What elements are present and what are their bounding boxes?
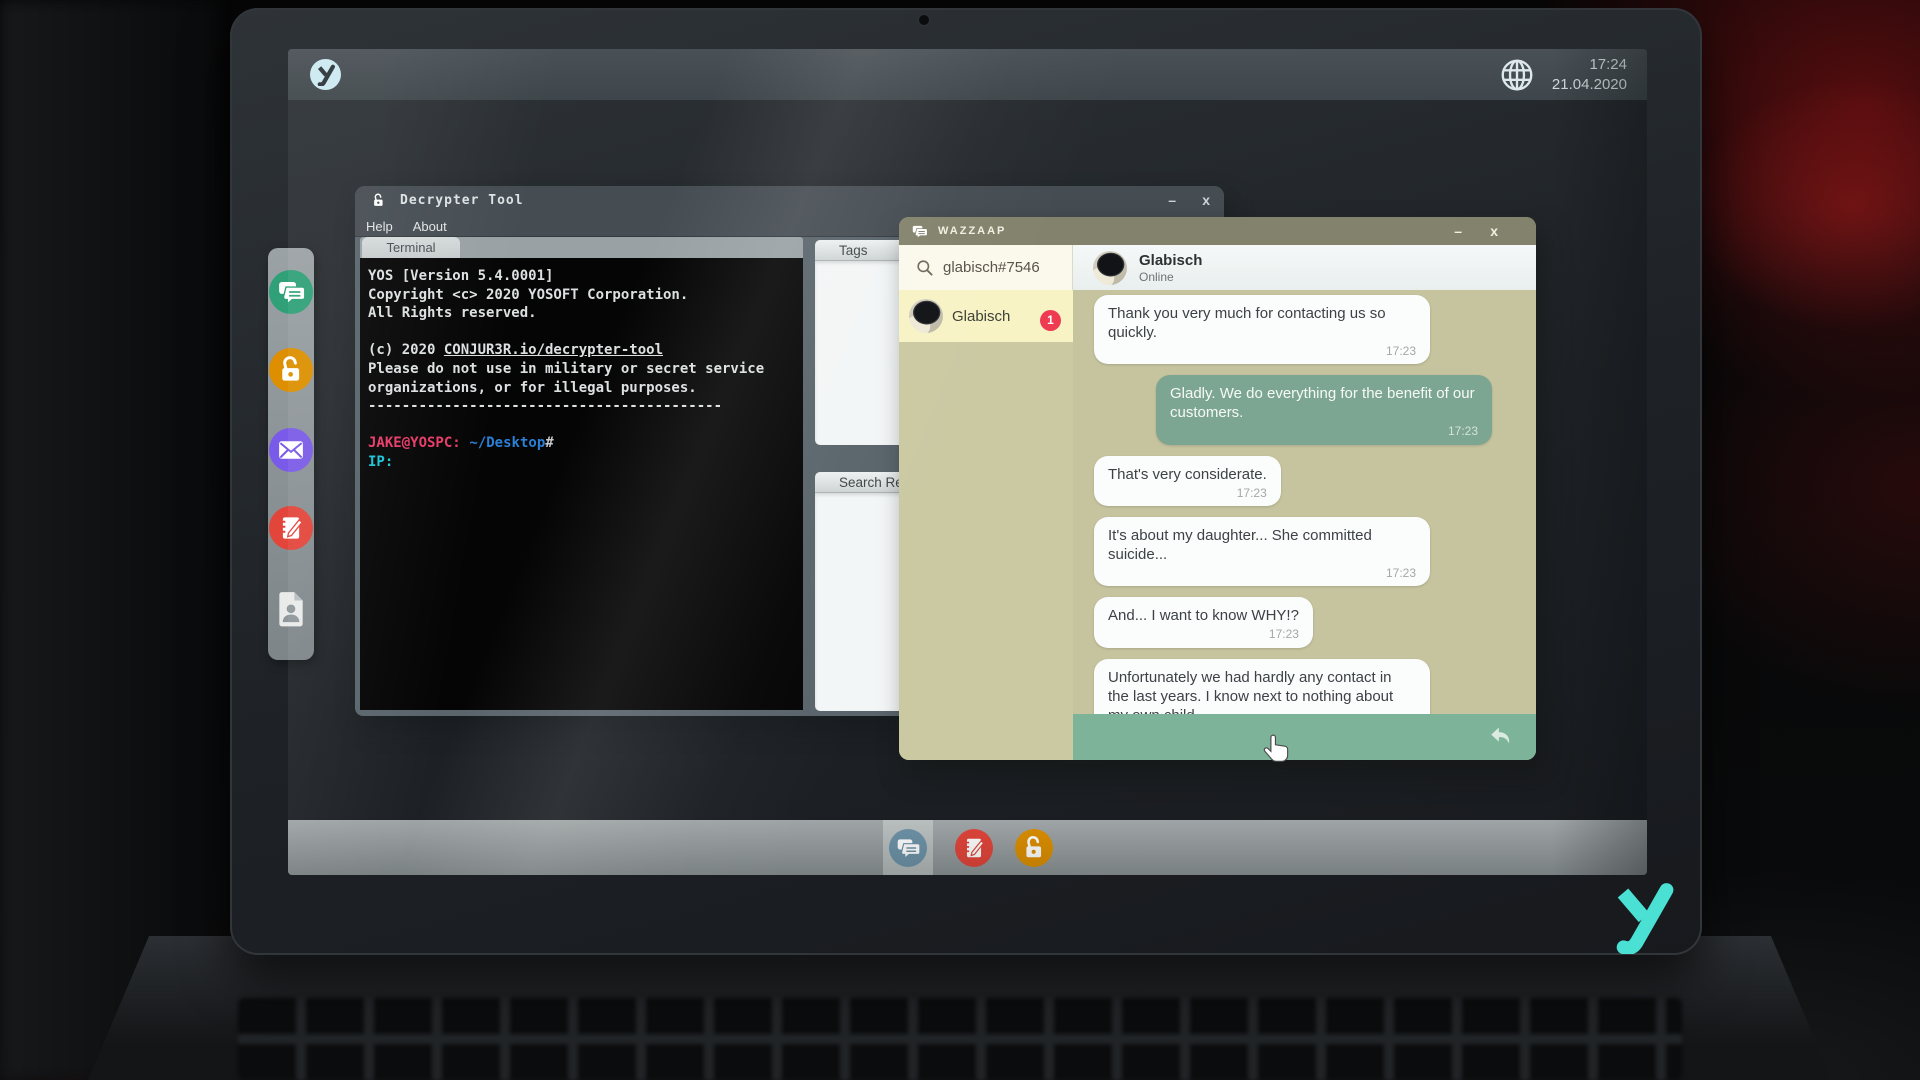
wazzaap-window: WAZZAAP – x glabisch#7546 Glabisch Onlin… <box>899 217 1536 760</box>
time-label: 17:24 <box>1552 55 1627 75</box>
decrypter-minimize-button[interactable]: – <box>1168 193 1176 207</box>
terminal-line: ----------------------------------------… <box>368 397 795 416</box>
conversation-header: Glabisch Online <box>1073 245 1536 290</box>
terminal-line: Copyright <c> 2020 YOSOFT Corporation. <box>368 286 795 305</box>
decrypter-window-title: Decrypter Tool <box>400 193 524 208</box>
laptop-brand-y-logo-icon <box>1608 880 1680 954</box>
globe-icon[interactable] <box>1498 56 1536 94</box>
chat-message: Unfortunately we had hardly any contact … <box>1094 659 1430 714</box>
message-input-bar[interactable] <box>1073 714 1536 760</box>
chat-message: Thank you very much for contacting us so… <box>1094 295 1430 364</box>
terminal-ip-prompt[interactable]: IP: <box>368 453 795 472</box>
dock-mail-icon[interactable] <box>269 428 313 472</box>
app-dock <box>268 248 314 660</box>
contact-avatar <box>909 299 943 333</box>
dock-unlock-icon[interactable] <box>269 348 313 392</box>
webcam-dot <box>919 15 929 25</box>
prompt-path: ~/Desktop <box>469 435 545 451</box>
taskbar-decrypter-icon[interactable] <box>1015 829 1053 867</box>
search-input[interactable]: glabisch#7546 <box>899 245 1073 290</box>
chat-message: That's very considerate.17:23 <box>1094 456 1281 506</box>
terminal-line: organizations, or for illegal purposes. <box>368 379 795 398</box>
unlocked-padlock-icon <box>371 193 386 208</box>
search-value: glabisch#7546 <box>943 259 1040 276</box>
decrypter-titlebar[interactable]: Decrypter Tool – x <box>355 186 1224 215</box>
background-shelf <box>0 0 215 1080</box>
terminal-line: All Rights reserved. <box>368 304 795 323</box>
terminal-line: (c) 2020 CONJUR3R.io/decrypter-tool <box>368 341 795 360</box>
dock-profile-document-icon[interactable] <box>269 586 313 630</box>
laptop-keyboard-deck <box>88 936 1832 1080</box>
decrypter-link[interactable]: CONJUR3R.io/decrypter-tool <box>444 342 663 358</box>
reply-arrow-icon[interactable] <box>1486 723 1514 751</box>
terminal-line: Please do not use in military or secret … <box>368 360 795 379</box>
wazzaap-titlebar[interactable]: WAZZAAP – x <box>899 217 1536 245</box>
terminal-blank-line <box>368 323 795 342</box>
message-list: Thank you very much for contacting us so… <box>1073 290 1536 714</box>
wazzaap-window-title: WAZZAAP <box>938 225 1006 237</box>
hand-cursor <box>1260 733 1294 767</box>
contact-list-item-glabisch[interactable]: Glabisch 1 <box>899 290 1073 342</box>
dock-chat-icon[interactable] <box>269 270 313 314</box>
taskbar-notes-icon[interactable] <box>955 829 993 867</box>
taskbar-chat-icon[interactable] <box>889 829 927 867</box>
terminal-blank-line <box>368 416 795 435</box>
terminal-prompt: JAKE@YOSPC:~/Desktop# <box>368 434 795 453</box>
chat-area: Thank you very much for contacting us so… <box>1073 290 1536 760</box>
laptop-keys <box>238 998 1682 1080</box>
chat-icon <box>911 223 928 240</box>
prompt-user: JAKE@YOSPC: <box>368 435 461 451</box>
chat-message: And... I want to know WHY!?17:23 <box>1094 597 1313 647</box>
contact-list: Glabisch 1 <box>899 290 1073 760</box>
tab-terminal[interactable]: Terminal <box>362 237 460 258</box>
dock-notes-icon[interactable] <box>269 506 313 550</box>
search-icon <box>915 258 934 277</box>
chat-message: It's about my daughter... She committed … <box>1094 517 1430 586</box>
wazzaap-close-button[interactable]: x <box>1490 224 1498 238</box>
chat-message: Gladly. We do everything for the benefit… <box>1156 375 1492 444</box>
menu-about[interactable]: About <box>413 219 447 234</box>
date-label: 21.04.2020 <box>1552 75 1627 95</box>
menu-help[interactable]: Help <box>366 219 393 234</box>
taskbar <box>288 820 1647 875</box>
os-y-logo-icon <box>310 59 341 90</box>
contact-name: Glabisch <box>1139 252 1202 269</box>
clock-widget: 17:24 21.04.2020 <box>1552 55 1627 95</box>
decrypter-close-button[interactable]: x <box>1202 193 1210 207</box>
taskbar-active-slot <box>883 820 933 875</box>
contact-avatar <box>1093 251 1127 285</box>
contact-status: Online <box>1139 270 1202 284</box>
terminal-line: YOS [Version 5.4.0001] <box>368 267 795 286</box>
terminal-output[interactable]: YOS [Version 5.4.0001] Copyright <c> 202… <box>360 258 803 710</box>
unread-badge: 1 <box>1040 310 1061 331</box>
tab-strip: Terminal <box>360 237 803 258</box>
system-topbar: 17:24 21.04.2020 <box>288 49 1647 100</box>
wazzaap-minimize-button[interactable]: – <box>1454 224 1462 238</box>
